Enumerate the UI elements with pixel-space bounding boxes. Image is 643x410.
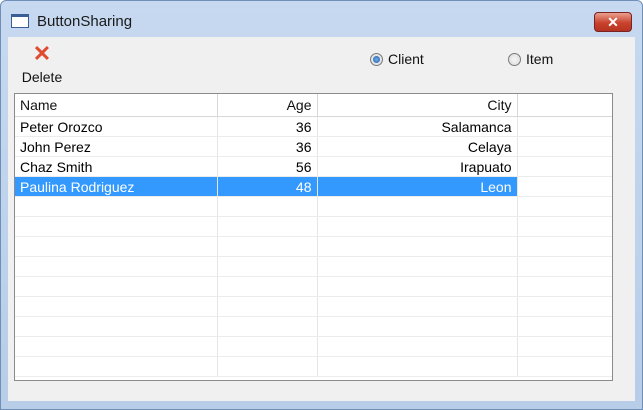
cell-city — [317, 316, 518, 337]
table-row[interactable]: Chaz Smith 56 Irapuato — [15, 156, 612, 177]
cell-city — [317, 236, 518, 257]
cell-age[interactable]: 36 — [217, 116, 318, 137]
cell-age — [217, 256, 318, 277]
data-table: Name Age City Peter Orozco 36 Salamanca Joh… — [15, 94, 612, 377]
delete-label: Delete — [21, 69, 63, 85]
cell-filler — [517, 356, 612, 377]
cell-city — [317, 276, 518, 297]
cell-name — [15, 196, 218, 217]
cell-age[interactable]: 36 — [217, 136, 318, 157]
close-button[interactable]: ✕ — [594, 12, 632, 32]
cell-name[interactable]: Paulina Rodriguez — [15, 176, 218, 197]
window-app-icon — [11, 14, 29, 28]
empty-row — [15, 276, 612, 297]
cell-name[interactable]: Chaz Smith — [15, 156, 218, 177]
cell-filler — [517, 296, 612, 317]
cell-city — [317, 336, 518, 357]
cell-filler — [517, 196, 612, 217]
column-header-name[interactable]: Name — [15, 94, 218, 117]
cell-city[interactable]: Salamanca — [317, 116, 518, 137]
client-radio-label: Client — [388, 51, 424, 67]
cell-city[interactable]: Celaya — [317, 136, 518, 157]
empty-row — [15, 356, 612, 377]
cell-age — [217, 336, 318, 357]
title-bar[interactable]: ButtonSharing ✕ — [1, 1, 642, 35]
cell-age — [217, 356, 318, 377]
cell-city[interactable]: Leon — [317, 176, 518, 197]
column-header-age[interactable]: Age — [217, 94, 318, 117]
cell-age[interactable]: 48 — [217, 176, 318, 197]
cell-name[interactable]: Peter Orozco — [15, 116, 218, 137]
cell-filler — [517, 116, 612, 137]
cell-age — [217, 236, 318, 257]
empty-row — [15, 296, 612, 317]
cell-filler — [517, 276, 612, 297]
column-header-city[interactable]: City — [317, 94, 518, 117]
cell-filler — [517, 216, 612, 237]
cell-name — [15, 336, 218, 357]
window-title: ButtonSharing — [37, 13, 133, 30]
table-row[interactable]: John Perez 36 Celaya — [15, 136, 612, 157]
cell-city — [317, 216, 518, 237]
client-area: ✕ Delete Client Item Name Age City Peter… — [8, 37, 635, 401]
cell-name — [15, 216, 218, 237]
client-radio[interactable]: Client — [370, 50, 424, 68]
cell-filler — [517, 176, 612, 197]
cell-filler — [517, 316, 612, 337]
empty-row — [15, 336, 612, 357]
cell-filler — [517, 336, 612, 357]
delete-button[interactable]: ✕ Delete — [16, 42, 68, 86]
cell-filler — [517, 256, 612, 277]
cell-name — [15, 316, 218, 337]
client-radio-icon[interactable] — [370, 52, 383, 66]
cell-age — [217, 216, 318, 237]
column-header-filler — [517, 94, 612, 117]
cell-city — [317, 296, 518, 317]
cell-age — [217, 296, 318, 317]
data-grid[interactable]: Name Age City Peter Orozco 36 Salamanca Joh… — [14, 93, 613, 381]
app-window: ButtonSharing ✕ ✕ Delete Client Item Nam… — [0, 0, 643, 410]
empty-row — [15, 316, 612, 337]
empty-row — [15, 256, 612, 277]
table-row[interactable]: Paulina Rodriguez 48 Leon — [15, 176, 612, 197]
cell-city — [317, 356, 518, 377]
empty-row — [15, 216, 612, 237]
cell-filler — [517, 236, 612, 257]
cell-city — [317, 196, 518, 217]
header-row: Name Age City — [15, 94, 612, 117]
cell-name — [15, 256, 218, 277]
cell-name — [15, 276, 218, 297]
cell-name — [15, 236, 218, 257]
cell-city — [317, 256, 518, 277]
cell-name — [15, 296, 218, 317]
cell-filler — [517, 156, 612, 177]
empty-row — [15, 236, 612, 257]
cell-age — [217, 196, 318, 217]
cell-name[interactable]: John Perez — [15, 136, 218, 157]
delete-icon: ✕ — [32, 41, 52, 66]
item-radio-label: Item — [526, 51, 554, 67]
cell-name — [15, 356, 218, 377]
cell-age — [217, 276, 318, 297]
item-radio-icon[interactable] — [508, 52, 521, 66]
table-row[interactable]: Peter Orozco 36 Salamanca — [15, 116, 612, 137]
cell-age[interactable]: 56 — [217, 156, 318, 177]
cell-age — [217, 316, 318, 337]
cell-city[interactable]: Irapuato — [317, 156, 518, 177]
item-radio[interactable]: Item — [508, 50, 553, 68]
cell-filler — [517, 136, 612, 157]
empty-row — [15, 196, 612, 217]
